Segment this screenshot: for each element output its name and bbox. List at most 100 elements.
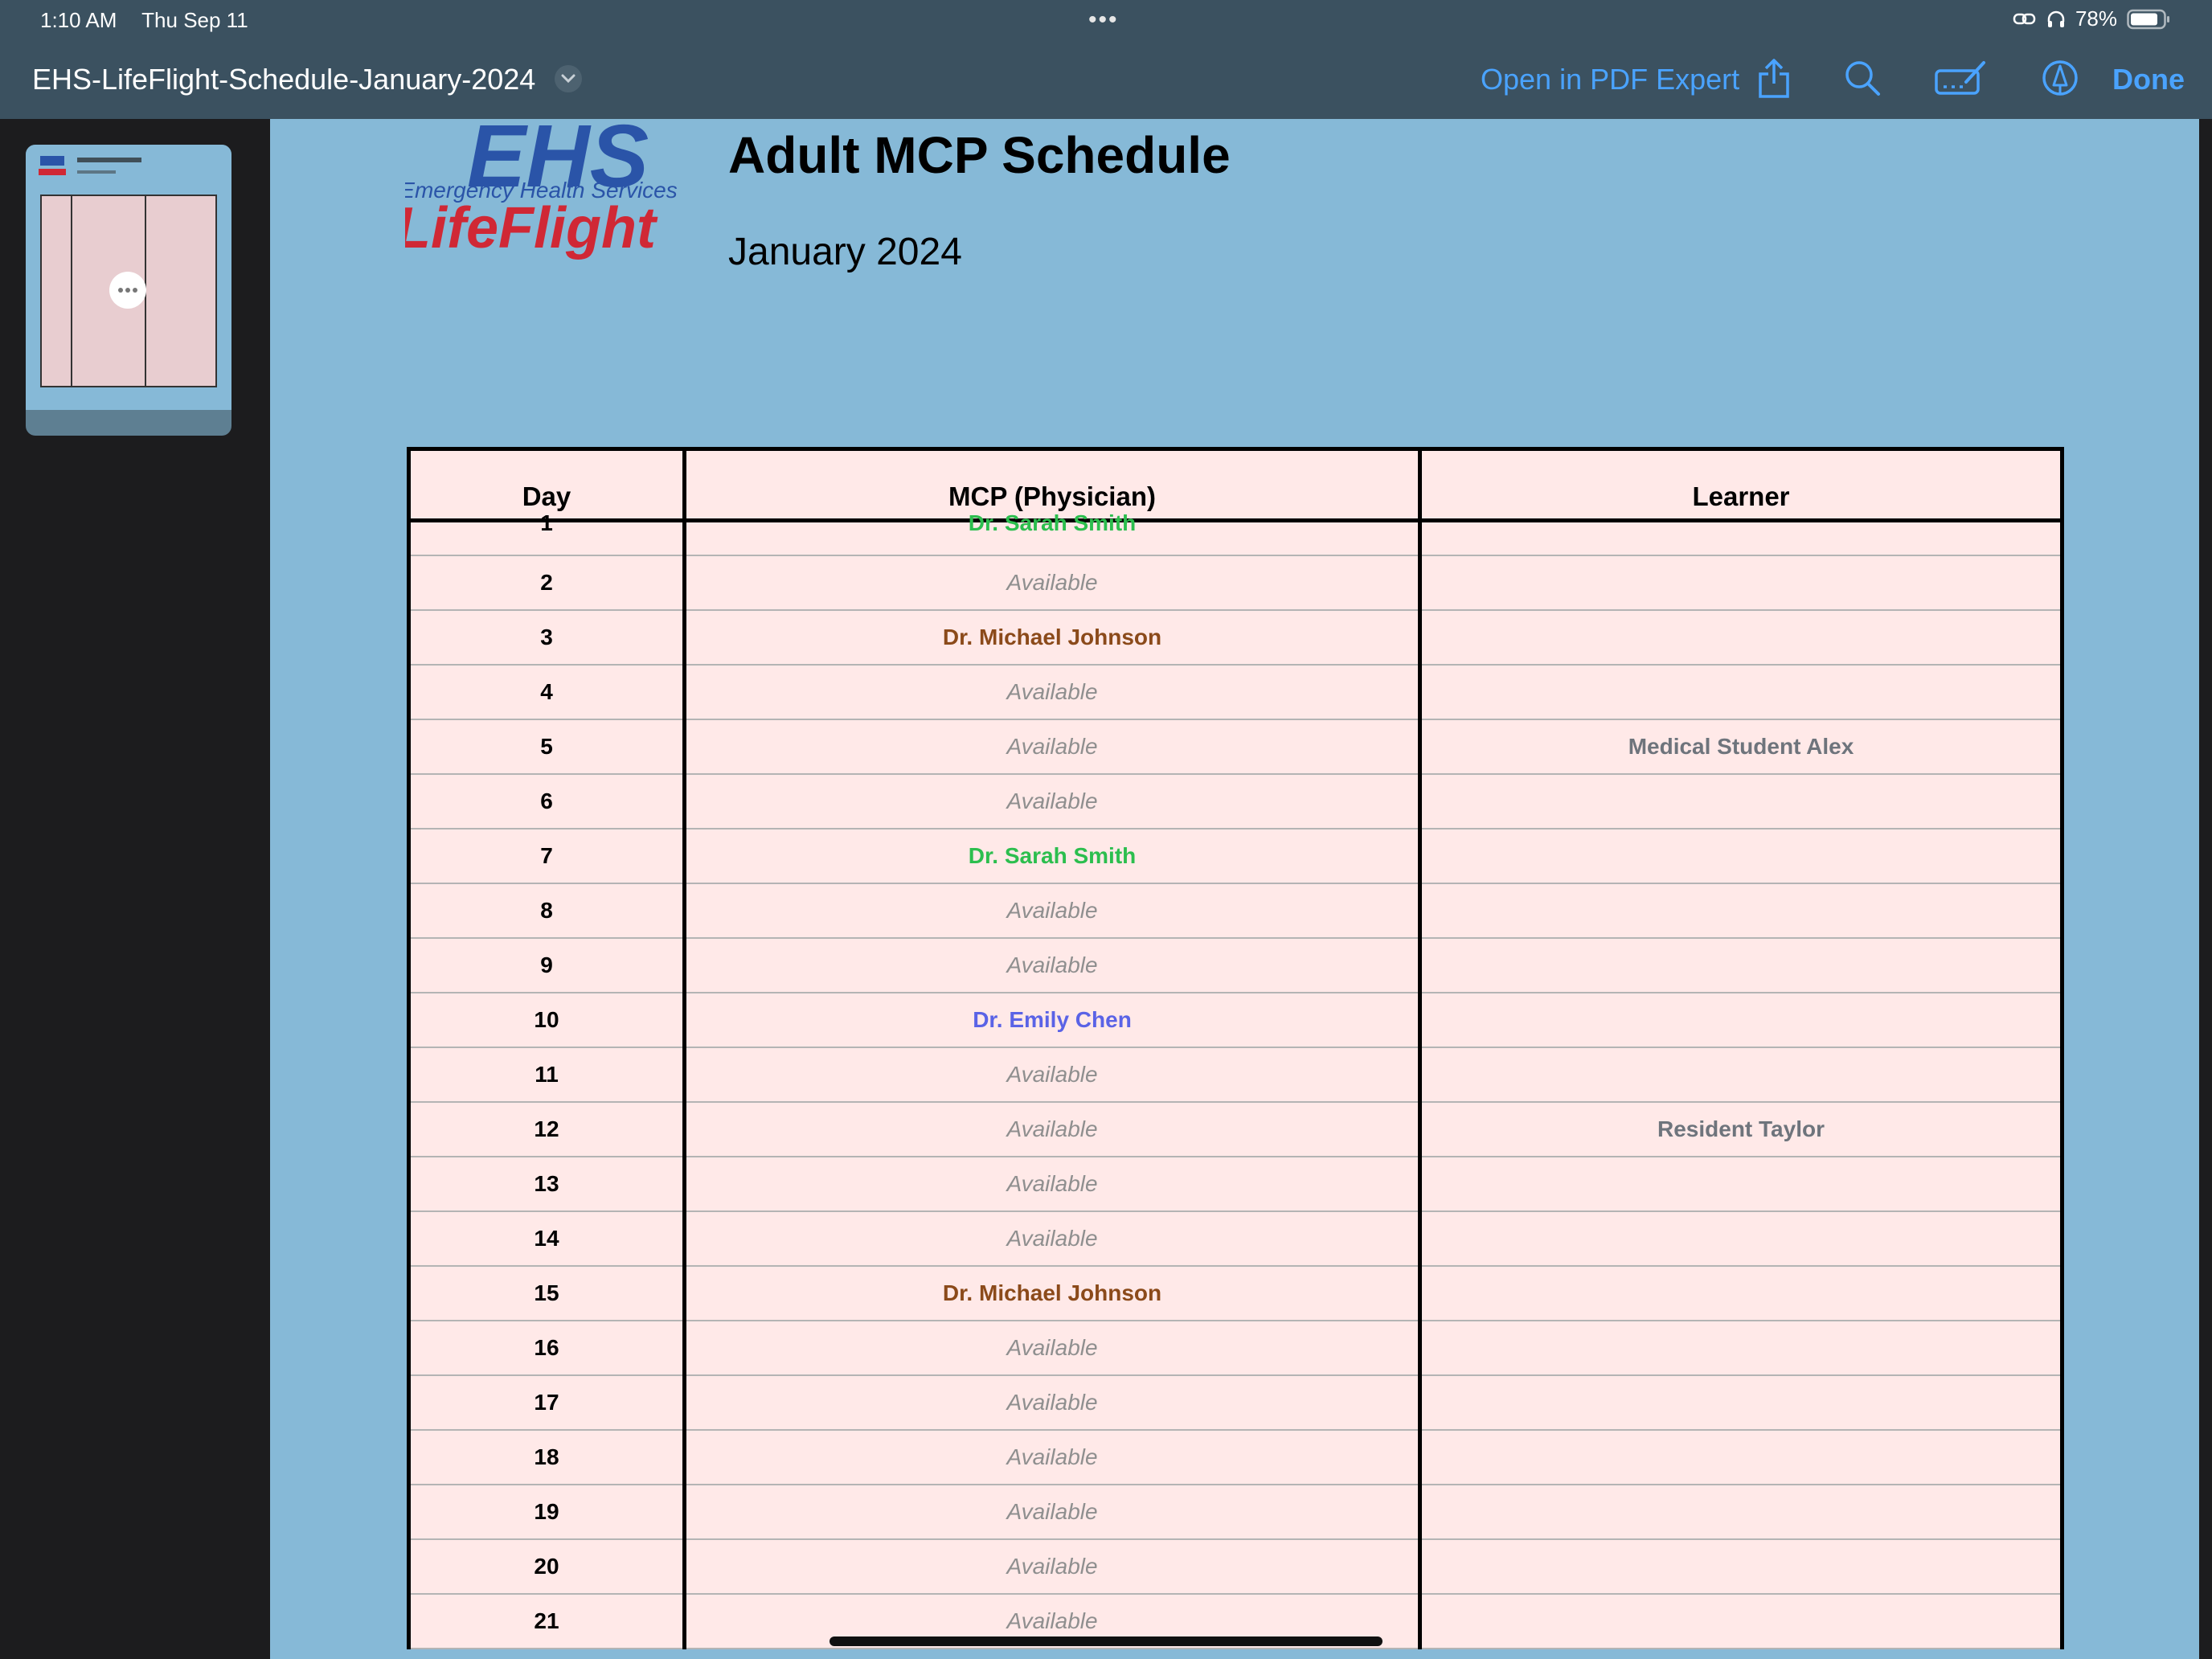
learner-cell — [1419, 883, 2064, 939]
table-row: 18 Available — [407, 1430, 2064, 1485]
physician-cell: Dr. Michael Johnson — [684, 1266, 1422, 1321]
learner-cell — [1419, 1047, 2064, 1103]
available-cell: Available — [684, 719, 1422, 775]
battery-percent: 78% — [2075, 6, 2117, 31]
learner-cell — [1419, 610, 2064, 666]
table-row: 16 Available — [407, 1321, 2064, 1376]
day-cell: 17 — [407, 1375, 686, 1431]
day-cell: 4 — [407, 665, 686, 720]
headphones-icon — [2047, 10, 2065, 27]
ehs-lifeflight-logo: EHS Emergency Health Services LifeFlight — [405, 119, 678, 260]
pdf-page[interactable]: EHS Emergency Health Services LifeFlight… — [270, 119, 2199, 1659]
status-bar-left: 1:10 AM Thu Sep 11 — [40, 8, 268, 33]
day-cell: 8 — [407, 883, 686, 939]
day-cell: 15 — [407, 1266, 686, 1321]
day-cell: 9 — [407, 938, 686, 993]
page-thumbnail[interactable] — [26, 145, 231, 436]
available-cell: Available — [684, 938, 1422, 993]
document-title[interactable]: EHS-LifeFlight-Schedule-January-2024 — [32, 63, 535, 96]
schedule-table: Day MCP (Physician) Learner 1 Dr. Sarah S… — [407, 447, 2064, 1649]
thumbnail-title-line — [77, 158, 141, 162]
learner-cell: Resident Taylor — [1419, 1102, 2064, 1157]
battery-icon — [2127, 9, 2169, 29]
column-header-learner: Learner — [1419, 447, 2064, 522]
learner-cell — [1419, 1211, 2064, 1267]
learner-cell — [1419, 1539, 2064, 1595]
physician-cell: Dr. Sarah Smith — [684, 512, 1422, 556]
table-row: 1 Dr. Sarah Smith — [407, 512, 2064, 556]
day-cell: 2 — [407, 555, 686, 611]
physician-cell: Dr. Sarah Smith — [684, 829, 1422, 884]
learner-cell — [1419, 993, 2064, 1048]
available-cell: Available — [684, 665, 1422, 720]
available-cell: Available — [684, 1485, 1422, 1540]
table-row: 7 Dr. Sarah Smith — [407, 829, 2064, 884]
learner-cell — [1419, 1430, 2064, 1485]
table-row: 9 Available — [407, 938, 2064, 993]
learner-cell — [1419, 555, 2064, 611]
day-cell: 12 — [407, 1102, 686, 1157]
day-cell: 3 — [407, 610, 686, 666]
learner-cell — [1419, 938, 2064, 993]
table-row: 8 Available — [407, 883, 2064, 939]
multitasking-dots-icon[interactable]: ••• — [1088, 6, 1119, 34]
day-cell: 16 — [407, 1321, 686, 1376]
home-indicator[interactable] — [830, 1636, 1382, 1646]
table-row: 11 Available — [407, 1047, 2064, 1103]
learner-cell — [1419, 520, 2064, 556]
learner-cell — [1419, 1157, 2064, 1212]
learner-cell — [1419, 1594, 2064, 1649]
learner-cell — [1419, 1485, 2064, 1540]
day-cell: 5 — [407, 719, 686, 775]
share-icon[interactable] — [1757, 58, 1791, 100]
table-row: 13 Available — [407, 1157, 2064, 1212]
day-cell: 7 — [407, 829, 686, 884]
thumbnail-logo — [39, 156, 66, 175]
day-cell: 10 — [407, 993, 686, 1048]
day-cell: 19 — [407, 1485, 686, 1540]
day-cell: 14 — [407, 1211, 686, 1267]
day-cell: 6 — [407, 774, 686, 830]
thumbnail-sidebar — [0, 119, 270, 1659]
status-date: Thu Sep 11 — [141, 8, 248, 32]
table-row: 5 Available Medical Student Alex — [407, 719, 2064, 775]
done-button[interactable]: Done — [2112, 63, 2185, 96]
available-cell: Available — [684, 1211, 1422, 1267]
open-in-pdf-expert-button[interactable]: Open in PDF Expert — [1481, 63, 1739, 96]
table-row: 15 Dr. Michael Johnson — [407, 1266, 2064, 1321]
learner-cell: Medical Student Alex — [1419, 719, 2064, 775]
status-time: 1:10 AM — [40, 8, 117, 32]
available-cell: Available — [684, 1047, 1422, 1103]
day-cell: 21 — [407, 1594, 686, 1649]
table-row: 12 Available Resident Taylor — [407, 1102, 2064, 1157]
learner-cell — [1419, 829, 2064, 884]
available-cell: Available — [684, 883, 1422, 939]
day-cell: 11 — [407, 1047, 686, 1103]
day-cell: 20 — [407, 1539, 686, 1595]
available-cell: Available — [684, 1430, 1422, 1485]
table-row: 3 Dr. Michael Johnson — [407, 610, 2064, 666]
table-row: 10 Dr. Emily Chen — [407, 993, 2064, 1048]
physician-cell: Dr. Michael Johnson — [684, 610, 1422, 666]
search-icon[interactable] — [1844, 59, 1881, 96]
status-bar-right: 78% — [2013, 6, 2170, 31]
learner-cell — [1419, 1321, 2064, 1376]
available-cell: Available — [684, 1157, 1422, 1212]
day-cell: 18 — [407, 1430, 686, 1485]
day-cell: 1 — [407, 512, 686, 556]
table-row: 6 Available — [407, 774, 2064, 830]
physician-cell: Dr. Emily Chen — [684, 993, 1422, 1048]
available-cell: Available — [684, 555, 1422, 611]
svg-text:LifeFlight: LifeFlight — [405, 196, 658, 260]
table-row: 20 Available — [407, 1539, 2064, 1595]
learner-cell — [1419, 774, 2064, 830]
markup-icon[interactable] — [2042, 59, 2079, 96]
available-cell: Available — [684, 774, 1422, 830]
more-options-icon[interactable] — [109, 272, 146, 309]
annotate-icon[interactable] — [1934, 59, 1987, 96]
table-row: 2 Available — [407, 555, 2064, 611]
chevron-down-icon[interactable] — [555, 65, 582, 92]
available-cell: Available — [684, 1321, 1422, 1376]
schedule-month: January 2024 — [728, 231, 962, 273]
table-row: 17 Available — [407, 1375, 2064, 1431]
